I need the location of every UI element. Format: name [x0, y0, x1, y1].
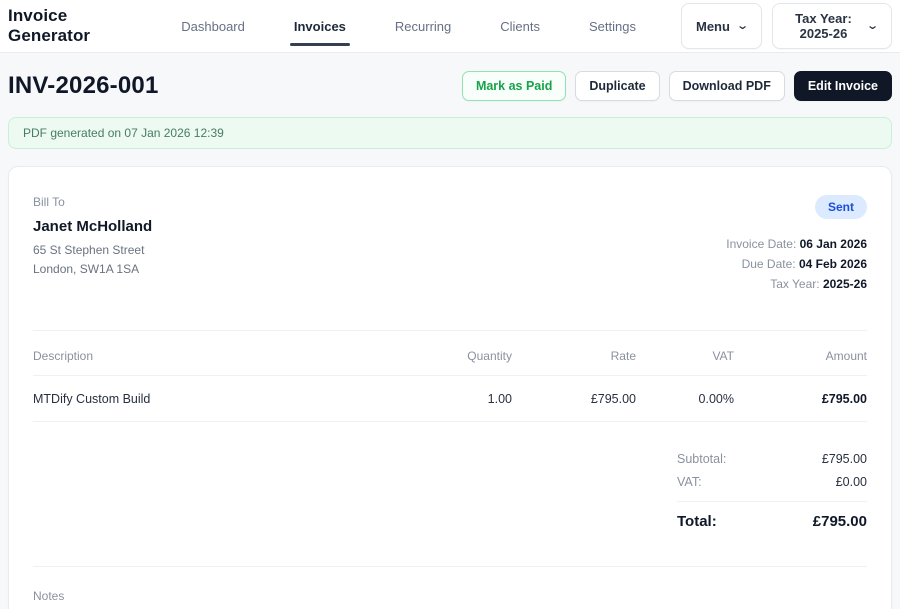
- page-content: INV-2026-001 Mark as Paid Duplicate Down…: [0, 71, 900, 609]
- due-date-value: 04 Feb 2026: [798, 257, 867, 272]
- tax-year-dropdown-button[interactable]: Tax Year: 2025-26 ⌄: [772, 3, 892, 49]
- nav-item-clients[interactable]: Clients: [496, 0, 544, 52]
- page-title: INV-2026-001: [8, 72, 159, 99]
- item-rate: £795.00: [512, 375, 636, 423]
- invoice-date-line: Invoice Date: 06 Jan 2026: [726, 234, 867, 254]
- item-vat: 0.00%: [636, 375, 734, 423]
- section-divider: [33, 330, 867, 332]
- table-row: MTDify Custom Build 1.00 £795.00 0.00% £…: [33, 375, 867, 423]
- col-header-vat: VAT: [636, 335, 734, 377]
- bill-to-block: Bill To Janet McHolland 65 St Stephen St…: [33, 195, 152, 294]
- subtotal-row: Subtotal: £795.00: [677, 452, 867, 466]
- due-date-line: Due Date: 04 Feb 2026: [726, 254, 867, 274]
- duplicate-button[interactable]: Duplicate: [575, 71, 660, 101]
- menu-dropdown-label: Menu: [696, 18, 730, 34]
- notes-label: Notes: [33, 589, 65, 604]
- col-header-rate: Rate: [512, 335, 636, 377]
- status-badge: Sent: [814, 195, 867, 219]
- line-items-table: Description Quantity Rate VAT Amount MTD…: [33, 335, 867, 423]
- page-header-row: INV-2026-001 Mark as Paid Duplicate Down…: [8, 71, 892, 101]
- vat-label: VAT:: [677, 475, 702, 490]
- invoice-date-value: 06 Jan 2026: [799, 237, 867, 251]
- notes-section: Notes self-hosting bookkeeping software: [33, 566, 867, 609]
- subtotal-value: £795.00: [821, 452, 867, 467]
- totals-section: Subtotal: £795.00 VAT: £0.00 Total: £795…: [33, 452, 867, 530]
- main-nav: Dashboard Invoices Recurring Clients Set…: [177, 0, 681, 52]
- menu-dropdown-button[interactable]: Menu ⌄: [681, 3, 763, 49]
- nav-item-invoices[interactable]: Invoices: [289, 0, 350, 52]
- invoice-meta-block: Sent Invoice Date: 06 Jan 2026 Due Date:…: [726, 195, 867, 294]
- nav-item-recurring[interactable]: Recurring: [391, 0, 455, 52]
- invoice-actions: Mark as Paid Duplicate Download PDF Edit…: [461, 71, 892, 101]
- download-pdf-button[interactable]: Download PDF: [668, 71, 785, 101]
- edit-invoice-button[interactable]: Edit Invoice: [793, 71, 892, 101]
- top-navigation-bar: Invoice Generator Dashboard Invoices Rec…: [0, 0, 900, 53]
- item-description: MTDify Custom Build: [33, 375, 382, 423]
- client-address: 65 St Stephen Street London, SW1A 1SA: [33, 241, 152, 279]
- mark-as-paid-button[interactable]: Mark as Paid: [461, 71, 567, 101]
- pdf-generated-notice: PDF generated on 07 Jan 2026 12:39: [8, 117, 892, 149]
- chevron-down-icon: ⌄: [736, 20, 750, 32]
- table-header-row: Description Quantity Rate VAT Amount: [33, 335, 867, 377]
- invoice-meta-lines: Invoice Date: 06 Jan 2026 Due Date: 04 F…: [726, 234, 867, 294]
- tax-year-label: Tax Year:: [770, 277, 823, 292]
- address-line-1: 65 St Stephen Street: [33, 243, 145, 257]
- total-row: Total: £795.00: [677, 513, 867, 530]
- col-header-quantity: Quantity: [382, 335, 512, 377]
- tax-year-line: Tax Year: 2025-26: [726, 274, 867, 294]
- invoice-date-label: Invoice Date:: [726, 237, 800, 251]
- col-header-description: Description: [33, 335, 382, 377]
- chevron-down-icon: ⌄: [865, 20, 879, 32]
- due-date-label: Due Date:: [741, 257, 799, 272]
- item-amount: £795.00: [734, 375, 867, 423]
- col-header-amount: Amount: [734, 335, 867, 377]
- vat-value: £0.00: [835, 475, 867, 490]
- subtotal-label: Subtotal:: [677, 452, 727, 467]
- address-line-2: London, SW1A 1SA: [33, 262, 140, 277]
- invoice-card-top: Bill To Janet McHolland 65 St Stephen St…: [33, 195, 867, 294]
- client-name: Janet McHolland: [33, 218, 153, 235]
- invoice-card: Bill To Janet McHolland 65 St Stephen St…: [8, 166, 892, 609]
- item-quantity: 1.00: [382, 375, 512, 423]
- vat-row: VAT: £0.00: [677, 475, 867, 489]
- bill-to-label: Bill To: [33, 195, 65, 209]
- tax-year-dropdown-label: Tax Year: 2025-26: [795, 11, 852, 41]
- total-label: Total:: [677, 513, 717, 531]
- nav-item-dashboard[interactable]: Dashboard: [177, 0, 249, 52]
- total-value: £795.00: [812, 513, 867, 531]
- topbar-right-controls: Menu ⌄ Tax Year: 2025-26 ⌄: [681, 3, 892, 49]
- tax-year-value: 2025-26: [822, 277, 867, 292]
- totals-divider: [677, 501, 867, 503]
- nav-item-settings[interactable]: Settings: [585, 0, 640, 52]
- app-brand: Invoice Generator: [8, 6, 91, 45]
